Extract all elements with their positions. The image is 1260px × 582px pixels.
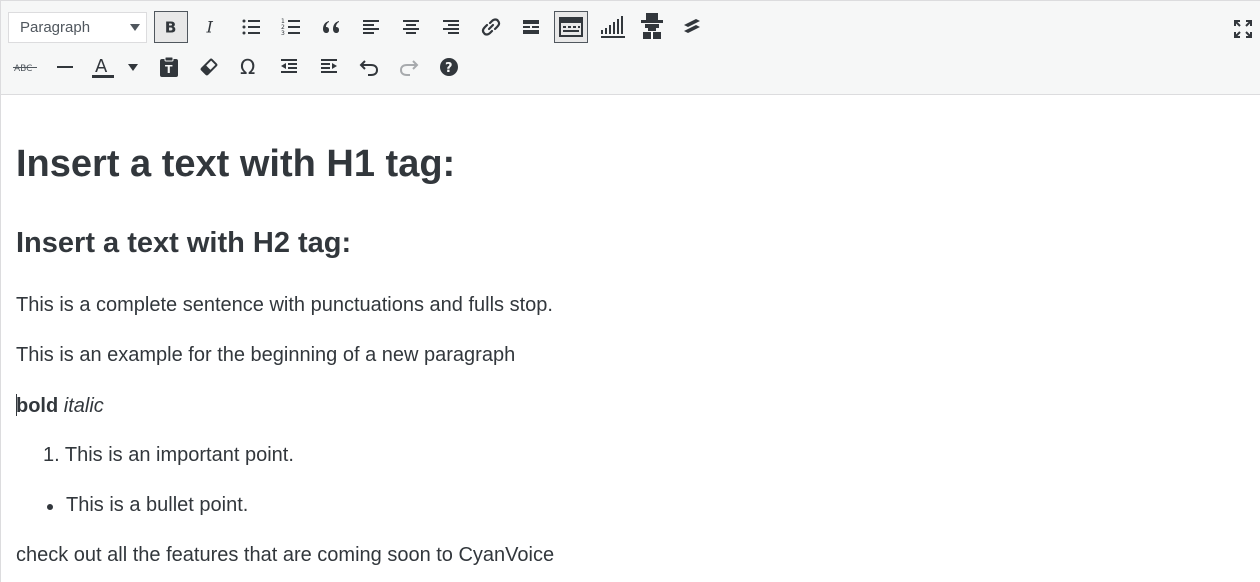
bulleted-list-button[interactable] — [234, 11, 268, 43]
chevron-down-icon — [130, 24, 140, 31]
fullscreen-button[interactable] — [1233, 19, 1253, 44]
redo-button[interactable] — [392, 51, 426, 83]
numbered-list-icon: 1 2 3 — [281, 18, 300, 37]
paste-text-button[interactable]: T — [152, 51, 186, 83]
insert-link-button[interactable] — [474, 11, 508, 43]
outdent-icon — [281, 59, 297, 73]
svg-text:T: T — [165, 63, 173, 76]
blockquote-button[interactable] — [314, 11, 348, 43]
layers-icon — [684, 19, 700, 33]
italic-icon: I — [206, 18, 214, 36]
text-color-icon: A — [92, 56, 114, 78]
svg-text:I: I — [206, 18, 214, 36]
spy-avatar-icon — [641, 13, 663, 39]
editor: Paragraph B I 1 2 3 ABC A T Ω ? Insert a… — [0, 0, 1260, 582]
indent-button[interactable] — [312, 51, 346, 83]
text-color-button[interactable]: A — [88, 51, 116, 83]
svg-text:A: A — [95, 56, 108, 77]
align-right-button[interactable] — [434, 11, 468, 43]
undo-button[interactable] — [352, 51, 386, 83]
heading-2: Insert a text with H2 tag: — [16, 227, 352, 259]
eraser-icon — [200, 58, 218, 76]
signal-plugin-button[interactable] — [595, 11, 629, 43]
layers-plugin-button[interactable] — [675, 11, 709, 43]
align-center-icon — [403, 20, 419, 34]
text-color-dropdown[interactable] — [118, 51, 148, 83]
omega-icon: Ω — [240, 56, 255, 78]
align-right-icon — [443, 20, 459, 34]
expand-icon — [1234, 20, 1252, 38]
undo-icon — [359, 60, 379, 76]
keyboard-toggle-icon — [559, 17, 583, 37]
read-more-icon — [523, 20, 539, 34]
paragraph-1: This is a complete sentence with punctua… — [16, 294, 553, 316]
svg-text:?: ? — [445, 61, 453, 76]
bullet-icon — [47, 503, 53, 510]
clear-formatting-button[interactable] — [192, 51, 226, 83]
bold-button[interactable]: B — [154, 11, 188, 43]
align-center-button[interactable] — [394, 11, 428, 43]
link-icon — [481, 18, 501, 36]
bold-text: bold — [16, 395, 59, 417]
align-left-button[interactable] — [354, 11, 388, 43]
format-select[interactable]: Paragraph — [8, 12, 147, 43]
signal-bars-icon — [601, 16, 625, 38]
paragraph-formatted: bold italic — [16, 394, 104, 418]
bold-icon: B — [165, 18, 177, 36]
horizontal-line-icon — [57, 66, 73, 68]
bulleted-list-icon — [242, 19, 260, 35]
svg-text:B: B — [165, 18, 177, 36]
strikethrough-button[interactable]: ABC — [8, 51, 42, 83]
strikethrough-icon: ABC — [13, 64, 37, 74]
format-select-value: Paragraph — [20, 19, 91, 36]
numbered-list-button[interactable]: 1 2 3 — [274, 11, 308, 43]
svg-text:3: 3 — [281, 30, 285, 37]
paragraph-2: This is an example for the beginning of … — [16, 344, 516, 366]
horizontal-line-button[interactable] — [48, 51, 82, 83]
help-button[interactable]: ? — [432, 51, 466, 83]
paragraph-3: check out all the features that are comi… — [16, 544, 555, 566]
blockquote-icon — [323, 21, 339, 33]
help-icon: ? — [440, 58, 458, 76]
bullet-list-item: This is a bullet point. — [47, 494, 248, 517]
editor-toolbar: Paragraph B I 1 2 3 ABC A T Ω ? — [1, 0, 1260, 95]
redo-icon — [399, 60, 419, 76]
list-number: 1. — [43, 444, 60, 466]
toolbar-toggle-button[interactable] — [554, 11, 588, 43]
indent-icon — [321, 59, 337, 73]
heading-1: Insert a text with H1 tag: — [16, 143, 456, 185]
ordered-list-item: 1. This is an important point. — [43, 444, 294, 467]
read-more-button[interactable] — [514, 11, 548, 43]
list-item-text: This is an important point. — [64, 444, 294, 466]
clipboard-icon: T — [160, 56, 178, 77]
align-left-icon — [363, 20, 379, 34]
svg-text:ABC: ABC — [14, 64, 32, 74]
italic-button[interactable]: I — [194, 11, 228, 43]
svg-text:Ω: Ω — [240, 56, 255, 78]
chevron-down-icon — [128, 63, 138, 71]
avatar-plugin-button[interactable] — [635, 10, 669, 42]
italic-text: italic — [63, 395, 104, 417]
outdent-button[interactable] — [272, 51, 306, 83]
special-character-button[interactable]: Ω — [232, 51, 266, 83]
list-item-text: This is a bullet point. — [66, 494, 249, 516]
